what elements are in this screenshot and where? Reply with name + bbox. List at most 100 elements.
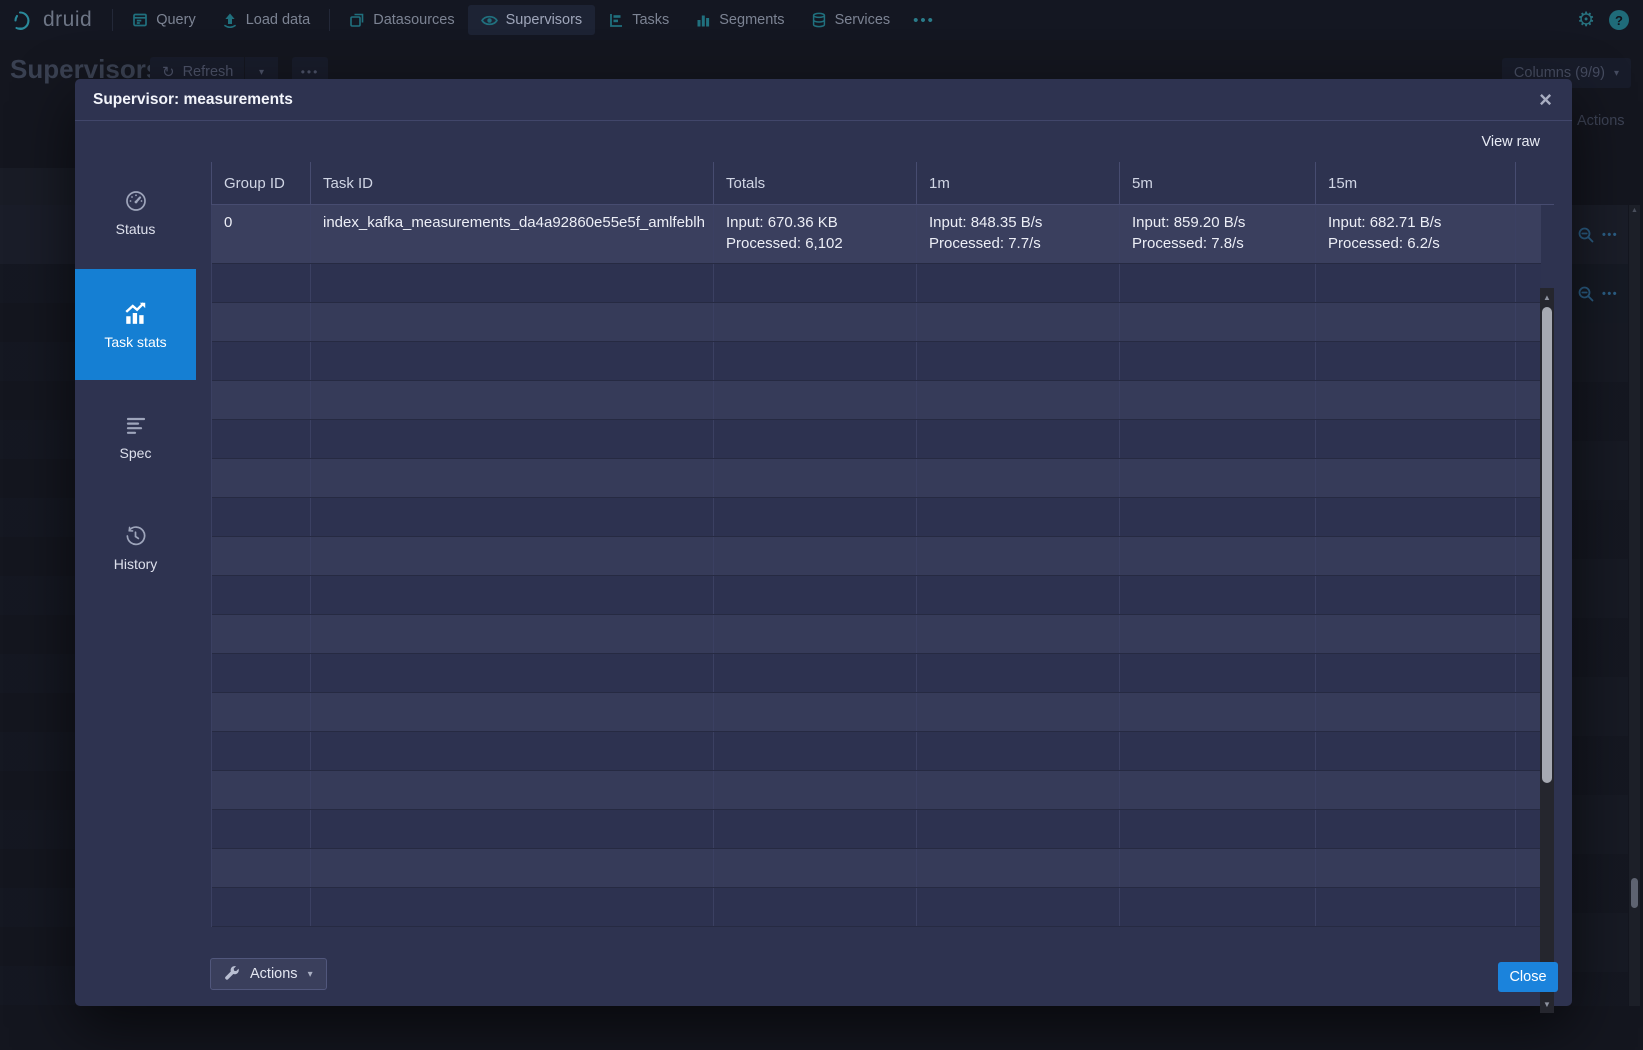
column-header-1m[interactable]: 1m <box>917 162 1120 204</box>
empty-cell <box>917 810 1120 848</box>
column-header-group-id[interactable]: Group ID <box>212 162 311 204</box>
nav-item-label: Services <box>835 12 891 28</box>
empty-cell <box>311 459 714 497</box>
empty-cell <box>311 303 714 341</box>
empty-cell <box>1516 576 1541 614</box>
1m-input: Input: 848.35 B/s <box>929 212 1107 233</box>
tab-label: History <box>114 556 158 572</box>
empty-cell <box>714 264 917 302</box>
table-empty-row <box>212 810 1541 849</box>
background-scrollbar-thumb[interactable] <box>1631 878 1638 908</box>
empty-cell <box>917 342 1120 380</box>
nav-item-label: Segments <box>719 12 784 28</box>
column-header-15m[interactable]: 15m <box>1316 162 1516 204</box>
nav-item-query[interactable]: Query <box>119 5 209 35</box>
empty-cell <box>212 303 311 341</box>
table-empty-row <box>212 342 1541 381</box>
table-empty-row <box>212 459 1541 498</box>
empty-cell <box>1516 732 1541 770</box>
scroll-up-icon[interactable]: ▲ <box>1540 289 1554 305</box>
empty-cell <box>917 771 1120 809</box>
table-empty-row <box>212 615 1541 654</box>
empty-cell <box>311 732 714 770</box>
table-scrollbar[interactable]: ▲ ▼ <box>1540 288 1554 1013</box>
nav-item-supervisors[interactable]: Supervisors <box>468 5 596 35</box>
empty-cell <box>311 264 714 302</box>
empty-cell <box>1316 771 1516 809</box>
cell-task-id: index_kafka_measurements_da4a92860e55e5f… <box>311 205 714 263</box>
table-body: 0 index_kafka_measurements_da4a92860e55e… <box>211 205 1540 927</box>
empty-cell <box>1120 459 1316 497</box>
empty-cell <box>1120 693 1316 731</box>
magnifier-icon[interactable] <box>1577 226 1595 244</box>
nav-item-datasources[interactable]: Datasources <box>336 5 467 35</box>
nav-item-segments[interactable]: Segments <box>682 5 797 35</box>
empty-cell <box>1316 654 1516 692</box>
settings-gear-icon[interactable]: ⚙ <box>1577 10 1595 30</box>
view-raw-link[interactable]: View raw <box>1481 134 1540 150</box>
scroll-down-icon[interactable]: ▼ <box>1540 996 1554 1012</box>
empty-cell <box>714 849 917 887</box>
empty-cell <box>1516 810 1541 848</box>
close-icon[interactable]: × <box>1535 89 1556 111</box>
top-nav: druid Query Load data <box>0 0 1643 40</box>
empty-cell <box>212 420 311 458</box>
magnifier-icon[interactable] <box>1577 285 1595 303</box>
more-icon: ••• <box>301 65 320 79</box>
empty-cell <box>311 537 714 575</box>
column-header-totals[interactable]: Totals <box>714 162 917 204</box>
background-scrollbar[interactable]: ▲ <box>1629 205 1640 1006</box>
empty-cell <box>311 810 714 848</box>
tab-task-stats[interactable]: Task stats <box>75 269 196 380</box>
empty-cell <box>1316 537 1516 575</box>
background-table-rows-right <box>1572 323 1628 1006</box>
actions-button[interactable]: Actions ▾ <box>210 958 327 990</box>
empty-cell <box>1120 420 1316 458</box>
empty-cell <box>311 342 714 380</box>
task-stats-table: Group ID Task ID Totals 1m 5m 15m 0 inde… <box>211 162 1554 927</box>
empty-cell <box>714 342 917 380</box>
empty-cell <box>1316 888 1516 926</box>
table-row[interactable]: 0 index_kafka_measurements_da4a92860e55e… <box>212 205 1541 264</box>
nav-item-load-data[interactable]: Load data <box>209 5 324 35</box>
1m-processed: Processed: 7.7/s <box>929 233 1107 254</box>
tab-status[interactable]: Status <box>75 172 196 254</box>
druid-logo[interactable]: druid <box>12 8 106 32</box>
tab-history[interactable]: History <box>75 507 196 589</box>
empty-cell <box>714 381 917 419</box>
close-button[interactable]: Close <box>1498 962 1558 992</box>
cell-1m: Input: 848.35 B/s Processed: 7.7/s <box>917 205 1120 263</box>
empty-cell <box>1316 576 1516 614</box>
tab-spec[interactable]: Spec <box>75 397 196 479</box>
empty-cell <box>714 810 917 848</box>
column-header-task-id[interactable]: Task ID <box>311 162 714 204</box>
help-button[interactable]: ? <box>1609 10 1629 30</box>
table-scrollbar-thumb[interactable] <box>1542 307 1552 783</box>
nav-item-tasks[interactable]: Tasks <box>595 5 682 35</box>
column-header-5m[interactable]: 5m <box>1120 162 1316 204</box>
table-empty-row <box>212 576 1541 615</box>
empty-cell <box>1516 888 1541 926</box>
empty-cell <box>212 459 311 497</box>
nav-item-services[interactable]: Services <box>798 5 904 35</box>
empty-cell <box>714 537 917 575</box>
empty-cell <box>1316 459 1516 497</box>
empty-cell <box>917 303 1120 341</box>
nav-more-button[interactable]: ••• <box>903 12 945 29</box>
gantt-icon <box>608 12 624 28</box>
row-more-icon[interactable]: ••• <box>1602 229 1618 241</box>
background-row-actions: ••• <box>1572 205 1628 264</box>
empty-cell <box>1516 342 1541 380</box>
wrench-icon <box>224 966 240 982</box>
empty-cell <box>212 732 311 770</box>
nav-item-label: Load data <box>246 12 311 28</box>
upload-icon <box>222 12 238 28</box>
empty-cell <box>1516 264 1541 302</box>
caret-down-icon: ▾ <box>308 969 313 980</box>
empty-cell <box>1120 810 1316 848</box>
empty-cell <box>212 264 311 302</box>
empty-cell <box>212 810 311 848</box>
table-empty-row <box>212 654 1541 693</box>
row-more-icon[interactable]: ••• <box>1602 288 1618 300</box>
table-header-row: Group ID Task ID Totals 1m 5m 15m <box>211 162 1554 205</box>
